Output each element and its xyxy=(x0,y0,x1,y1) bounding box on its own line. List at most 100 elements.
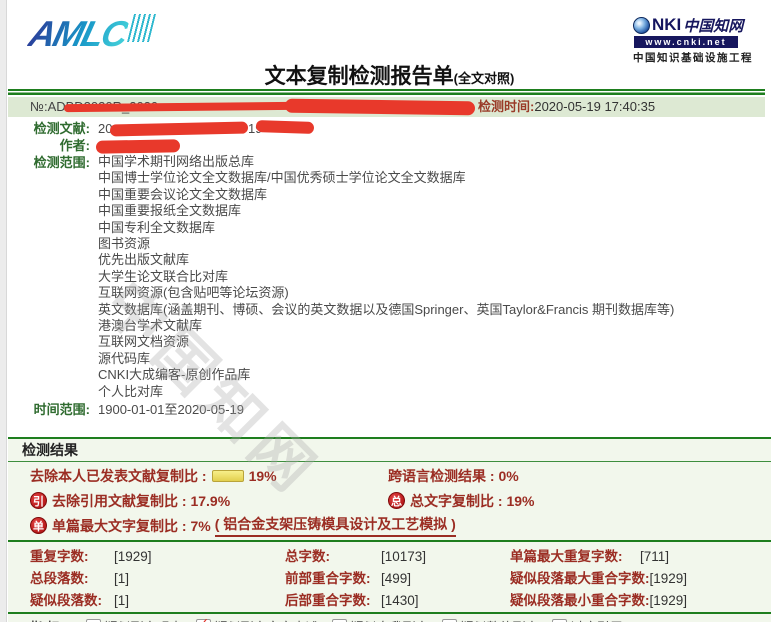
single-max-value: 7% xyxy=(190,518,210,534)
stat-cell: 重复字数:[1929] xyxy=(30,545,285,565)
scope-item: 互联网资源(包含贴吧等论坛资源) xyxy=(98,285,765,301)
stat-label: 重复字数: xyxy=(30,545,114,565)
single-max-source-link[interactable]: ( 铝合金支架压铸模具设计及工艺模拟 ) xyxy=(215,514,456,537)
stat-cell: 疑似段落最大重合字数:[1929] xyxy=(510,567,771,587)
stat-label: 总段落数: xyxy=(30,567,114,587)
stats-row: 重复字数:[1929] 总字数:[10173] 单篇最大重复字数:[711] xyxy=(30,544,771,566)
stat-label: 单篇最大重复字数: xyxy=(510,545,640,565)
stat-value: [711] xyxy=(640,549,669,564)
stat-label: 前部重合字数: xyxy=(285,567,381,587)
indicator-item: 疑似整体剽窃 xyxy=(442,617,539,622)
indicator-item: 疑似自我剽窃 xyxy=(332,617,429,622)
results-rows: 去除本人已发表文献复制比 : 19% 跨语言检测结果 : 0% 引 去除引用文献… xyxy=(8,462,771,538)
yellow-bar-icon xyxy=(212,470,244,482)
stats-table: 重复字数:[1929] 总字数:[10173] 单篇最大重复字数:[711] 总… xyxy=(8,542,771,610)
quote-excluded-ratio: 引 去除引用文献复制比 : 17.9% xyxy=(30,491,388,511)
scope-item: 中国学术期刊网络出版总库 xyxy=(98,154,765,170)
stat-cell: 单篇最大重复字数:[711] xyxy=(510,545,771,565)
cross-language-value: 0% xyxy=(498,468,518,484)
results-row-2: 引 去除引用文献复制比 : 17.9% 总 总文字复制比 : 19% xyxy=(30,488,771,513)
stat-cell: 疑似段落数:[1] xyxy=(30,589,285,609)
cross-language-result: 跨语言检测结果 : 0% xyxy=(388,466,519,486)
results-section: 检测结果 去除本人已发表文献复制比 : 19% 跨语言检测结果 : 0% 引 去… xyxy=(8,437,771,622)
single-max-label: 单篇最大文字复制比 : xyxy=(52,516,187,536)
indicator-item: ✓ 疑似剽窃文字表述 xyxy=(196,617,319,622)
stat-label: 疑似段落数: xyxy=(30,589,114,609)
report-meta: 检测文献: 20 19 作者: 检测范围: 中国学术期刊网络出版总库 中国博士学… xyxy=(8,120,765,418)
report-number-label: №: xyxy=(30,99,48,114)
indicator-text: 疑似自我剽窃 xyxy=(351,617,429,622)
scope-row: 检测范围: 中国学术期刊网络出版总库 中国博士学位论文全文数据库/中国优秀硕士学… xyxy=(8,154,765,400)
indicator-text: 过度引用 xyxy=(571,617,623,622)
range-row: 时间范围: 1900-01-01至2020-05-19 xyxy=(8,401,765,418)
self-excluded-value: 19% xyxy=(249,468,277,484)
stat-value: [1] xyxy=(114,571,129,586)
author-value xyxy=(98,137,765,154)
stat-value: [499] xyxy=(381,571,411,586)
scope-item: 中国专利全文数据库 xyxy=(98,220,765,236)
stat-value: [1] xyxy=(114,593,129,608)
indicator-text: 疑似剽窃文字表述 xyxy=(215,617,319,622)
scope-item: 中国重要报纸全文数据库 xyxy=(98,203,765,219)
cnki-url: www.cnki.net xyxy=(634,36,738,48)
results-section-title: 检测结果 xyxy=(8,439,771,462)
header-divider xyxy=(8,89,765,95)
indicator-text: 疑似剽窃观点 xyxy=(105,617,183,622)
stat-label: 后部重合字数: xyxy=(285,589,381,609)
stats-divider xyxy=(8,612,771,614)
redaction-scribble xyxy=(96,139,180,153)
stats-row: 疑似段落数:[1] 后部重合字数:[1430] 疑似段落最小重合字数:[1929… xyxy=(30,588,771,610)
results-row-3: 单 单篇最大文字复制比 : 7% ( 铝合金支架压铸模具设计及工艺模拟 ) xyxy=(30,513,771,538)
cnki-logo: NKI 中国知网 www.cnki.net 中国知识基础设施工程 xyxy=(633,15,767,65)
cnki-brand-chinese: 中国知网 xyxy=(683,15,743,36)
redaction-scribble xyxy=(256,120,314,134)
stat-label: 疑似段落最小重合字数: xyxy=(510,589,650,609)
results-row-1: 去除本人已发表文献复制比 : 19% 跨语言检测结果 : 0% xyxy=(30,463,771,488)
quote-excluded-label: 去除引用文献复制比 : xyxy=(52,491,187,511)
stat-cell: 总段落数:[1] xyxy=(30,567,285,587)
author-label: 作者: xyxy=(8,137,98,154)
stat-cell: 总字数:[10173] xyxy=(285,545,510,565)
page-title: 文本复制检测报告单(全文对照) xyxy=(8,60,771,90)
total-copy-value: 19% xyxy=(506,493,534,509)
stat-value: [1430] xyxy=(381,593,419,608)
stat-cell: 疑似段落最小重合字数:[1929] xyxy=(510,589,771,609)
amlc-logo-stripes-icon xyxy=(127,14,156,42)
scope-item: 优先出版文献库 xyxy=(98,252,765,268)
cnki-globe-icon xyxy=(633,17,650,34)
detect-time-label: 检测时间: xyxy=(478,99,534,114)
cnki-brand-text: NKI xyxy=(652,15,681,35)
stat-cell: 前部重合字数:[499] xyxy=(285,567,510,587)
indicators-label: 指 标： xyxy=(30,617,73,622)
stat-value: [1929] xyxy=(650,571,688,586)
redaction-scribble xyxy=(285,99,475,116)
stat-value: [10173] xyxy=(381,549,426,564)
amlc-logo-text: AMLC xyxy=(25,13,131,54)
detect-time-value: 2020-05-19 17:40:35 xyxy=(534,99,655,114)
self-excluded-label: 去除本人已发表文献复制比 : xyxy=(30,466,207,486)
scope-item: 中国重要会议论文全文数据库 xyxy=(98,187,765,203)
scope-item: 英文数据库(涵盖期刊、博硕、会议的英文数据以及德国Springer、英国Tayl… xyxy=(98,302,765,318)
quote-circle-icon: 引 xyxy=(30,492,47,509)
stat-value: [1929] xyxy=(650,593,688,608)
scope-item: CNKI大成编客-原创作品库 xyxy=(98,367,765,383)
range-label: 时间范围: xyxy=(8,401,98,418)
doc-label: 检测文献: xyxy=(8,120,98,137)
scope-list: 中国学术期刊网络出版总库 中国博士学位论文全文数据库/中国优秀硕士学位论文全文数… xyxy=(98,154,765,400)
total-circle-icon: 总 xyxy=(388,492,405,509)
amlc-logo: AMLC xyxy=(25,13,156,55)
detect-time: 检测时间:2020-05-19 17:40:35 xyxy=(478,97,655,117)
scope-item: 个人比对库 xyxy=(98,384,765,400)
quote-excluded-value: 17.9% xyxy=(190,493,230,509)
stats-row: 总段落数:[1] 前部重合字数:[499] 疑似段落最大重合字数:[1929] xyxy=(30,566,771,588)
window-edge xyxy=(0,0,7,622)
stat-value: [1929] xyxy=(114,549,152,564)
stat-cell: 后部重合字数:[1430] xyxy=(285,589,510,609)
stat-label: 总字数: xyxy=(285,545,381,565)
scope-label: 检测范围: xyxy=(8,154,98,400)
total-copy-label: 总文字复制比 : xyxy=(410,491,503,511)
single-circle-icon: 单 xyxy=(30,517,47,534)
indicator-item: 过度引用 xyxy=(552,617,623,622)
cnki-logo-top: NKI 中国知网 xyxy=(633,15,767,35)
scope-item: 图书资源 xyxy=(98,236,765,252)
